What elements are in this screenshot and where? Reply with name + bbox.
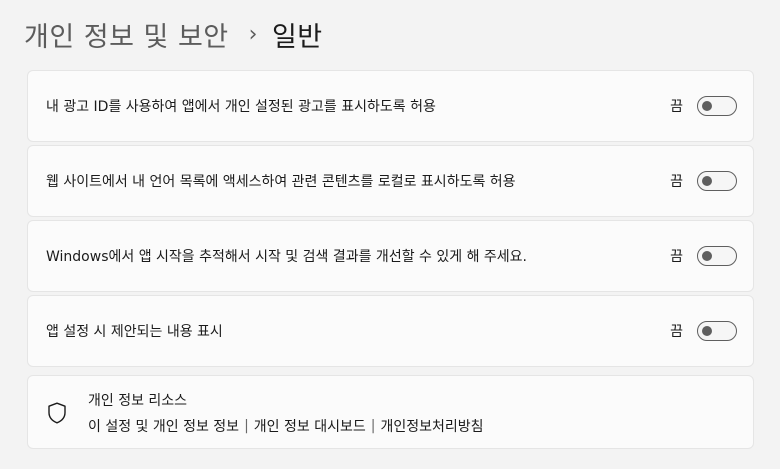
shield-icon [48, 402, 66, 424]
setting-label: Windows에서 앱 시작을 추적해서 시작 및 검색 결과를 개선할 수 있… [46, 249, 527, 265]
toggle-knob [702, 326, 712, 336]
link-separator: | [244, 418, 249, 434]
privacy-dashboard-link[interactable]: 개인 정보 대시보드 [254, 416, 366, 436]
advertising-id-toggle[interactable] [697, 96, 737, 116]
toggle-state-text: 끔 [670, 249, 683, 265]
setting-label: 내 광고 ID를 사용하여 앱에서 개인 설정된 광고를 표시하도록 허용 [46, 99, 436, 115]
setting-row-suggested-content: 앱 설정 시 제안되는 내용 표시 끔 [27, 295, 754, 367]
setting-label: 앱 설정 시 제안되는 내용 표시 [46, 324, 223, 340]
suggested-content-toggle[interactable] [697, 321, 737, 341]
setting-row-advertising-id: 내 광고 ID를 사용하여 앱에서 개인 설정된 광고를 표시하도록 허용 끔 [27, 70, 754, 142]
toggle-knob [702, 101, 712, 111]
link-separator: | [370, 418, 376, 434]
resources-links: 이 설정 및 개인 정보 정보 | 개인 정보 대시보드 | 개인정보처리방침 [88, 416, 484, 436]
toggle-state-text: 끔 [670, 174, 683, 190]
language-list-toggle[interactable] [697, 171, 737, 191]
privacy-info-link[interactable]: 이 설정 및 개인 정보 정보 [88, 416, 239, 436]
resources-title: 개인 정보 리소스 [88, 393, 188, 409]
page-title: 일반 [271, 21, 323, 53]
breadcrumb-chevron-icon: › [248, 21, 258, 47]
privacy-resources-card: 개인 정보 리소스 이 설정 및 개인 정보 정보 | 개인 정보 대시보드 |… [27, 375, 754, 449]
setting-row-app-launch-tracking: Windows에서 앱 시작을 추적해서 시작 및 검색 결과를 개선할 수 있… [27, 220, 754, 292]
settings-page: 개인 정보 및 보안 › 일반 내 광고 ID를 사용하여 앱에서 개인 설정된… [0, 0, 780, 469]
privacy-policy-link[interactable]: 개인정보처리방침 [380, 416, 483, 436]
setting-row-language-list: 웹 사이트에서 내 언어 목록에 액세스하여 관련 콘텐츠를 로컬로 표시하도록… [27, 145, 754, 217]
breadcrumb-parent-link[interactable]: 개인 정보 및 보안 [24, 15, 229, 54]
app-launch-tracking-toggle[interactable] [697, 246, 737, 266]
toggle-state-text: 끔 [670, 99, 683, 115]
toggle-knob [702, 176, 712, 186]
toggle-state-text: 끔 [670, 324, 683, 340]
breadcrumb: 개인 정보 및 보안 › 일반 [24, 12, 323, 56]
setting-label: 웹 사이트에서 내 언어 목록에 액세스하여 관련 콘텐츠를 로컬로 표시하도록… [46, 174, 516, 190]
toggle-knob [702, 251, 712, 261]
